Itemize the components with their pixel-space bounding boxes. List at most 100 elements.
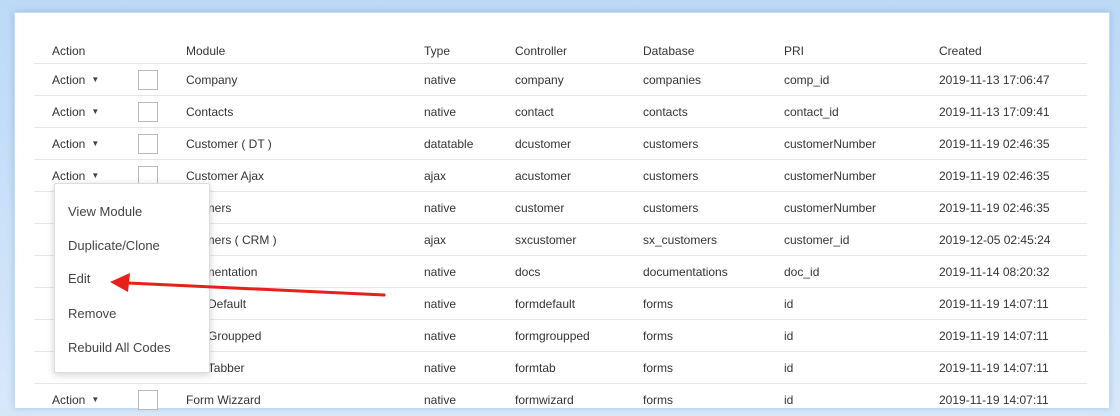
pri-cell: comp_id: [784, 63, 939, 96]
controller-cell: sxcustomer: [515, 223, 643, 256]
pri-cell: customerNumber: [784, 127, 939, 160]
module-cell: n Default: [186, 287, 424, 320]
action-dropdown-button[interactable]: Action ▼: [52, 393, 99, 407]
menu-item-rebuild-all-codes[interactable]: Rebuild All Codes: [68, 340, 171, 355]
database-cell: contacts: [643, 95, 784, 128]
type-cell: native: [424, 319, 515, 352]
module-cell: n Tabber: [186, 351, 424, 384]
header-select: [138, 39, 186, 64]
action-dropdown-button[interactable]: Action ▼: [52, 105, 99, 119]
pri-cell: customer_id: [784, 223, 939, 256]
pri-cell: id: [784, 383, 939, 416]
action-label: Action: [52, 72, 86, 87]
module-cell: Company: [186, 63, 424, 96]
header-pri[interactable]: PRI: [784, 39, 939, 64]
row-checkbox[interactable]: [138, 69, 158, 90]
database-cell: companies: [643, 63, 784, 96]
module-cell: omers: [186, 191, 424, 224]
menu-item-remove[interactable]: Remove: [68, 306, 116, 321]
table-row: Action ▼ Contacts native contact contact…: [34, 95, 1087, 128]
header-created[interactable]: Created: [939, 39, 1087, 64]
select-cell: [138, 63, 186, 96]
type-cell: native: [424, 63, 515, 96]
menu-item-duplicate-clone[interactable]: Duplicate/Clone: [68, 238, 160, 253]
created-cell: 2019-11-19 14:07:11: [939, 287, 1087, 320]
created-cell: 2019-11-19 14:07:11: [939, 319, 1087, 352]
select-cell: [138, 383, 186, 416]
database-cell: documentations: [643, 255, 784, 288]
pri-cell: id: [784, 351, 939, 384]
header-action: Action: [34, 39, 138, 64]
menu-item-view-module[interactable]: View Module: [68, 204, 142, 219]
type-cell: native: [424, 95, 515, 128]
header-type[interactable]: Type: [424, 39, 515, 64]
pri-cell: doc_id: [784, 255, 939, 288]
database-cell: customers: [643, 159, 784, 192]
created-cell: 2019-11-19 14:07:11: [939, 383, 1087, 416]
created-cell: 2019-11-19 02:46:35: [939, 159, 1087, 192]
type-cell: native: [424, 287, 515, 320]
database-cell: forms: [643, 351, 784, 384]
action-cell: Action ▼: [34, 383, 138, 416]
module-cell: n Groupped: [186, 319, 424, 352]
type-cell: ajax: [424, 159, 515, 192]
type-cell: native: [424, 383, 515, 416]
action-dropdown-button[interactable]: Action ▼: [52, 73, 99, 87]
pri-cell: customerNumber: [784, 159, 939, 192]
module-cell: umentation: [186, 255, 424, 288]
caret-down-icon: ▼: [91, 139, 100, 148]
action-dropdown-menu: View Module Duplicate/Clone Edit Remove …: [54, 183, 210, 373]
pri-cell: id: [784, 287, 939, 320]
controller-cell: dcustomer: [515, 127, 643, 160]
window-frame: Action Module Type Controller Database P…: [0, 0, 1120, 416]
database-cell: forms: [643, 319, 784, 352]
table-row: Action ▼ Form Wizzard native formwizard …: [34, 383, 1087, 416]
table-header-row: Action Module Type Controller Database P…: [34, 39, 1087, 64]
pri-cell: id: [784, 319, 939, 352]
type-cell: native: [424, 191, 515, 224]
table-row: Action ▼ Company native company companie…: [34, 63, 1087, 96]
type-cell: native: [424, 351, 515, 384]
action-label: Action: [52, 168, 86, 183]
controller-cell: contact: [515, 95, 643, 128]
database-cell: customers: [643, 191, 784, 224]
action-label: Action: [52, 392, 86, 407]
type-cell: ajax: [424, 223, 515, 256]
created-cell: 2019-11-14 08:20:32: [939, 255, 1087, 288]
module-cell: Customer Ajax: [186, 159, 424, 192]
module-cell: Form Wizzard: [186, 383, 424, 416]
created-cell: 2019-11-19 02:46:35: [939, 127, 1087, 160]
module-cell: Customer ( DT ): [186, 127, 424, 160]
module-cell: Contacts: [186, 95, 424, 128]
header-controller[interactable]: Controller: [515, 39, 643, 64]
action-dropdown-button[interactable]: Action ▼: [52, 169, 99, 183]
controller-cell: formtab: [515, 351, 643, 384]
created-cell: 2019-11-13 17:09:41: [939, 95, 1087, 128]
action-dropdown-button[interactable]: Action ▼: [52, 137, 99, 151]
caret-down-icon: ▼: [91, 171, 100, 180]
controller-cell: formdefault: [515, 287, 643, 320]
caret-down-icon: ▼: [91, 107, 100, 116]
database-cell: forms: [643, 287, 784, 320]
row-checkbox[interactable]: [138, 133, 158, 154]
header-database[interactable]: Database: [643, 39, 784, 64]
created-cell: 2019-11-19 14:07:11: [939, 351, 1087, 384]
header-module[interactable]: Module: [186, 39, 424, 64]
caret-down-icon: ▼: [91, 75, 100, 84]
row-checkbox[interactable]: [138, 101, 158, 122]
action-cell: Action ▼: [34, 95, 138, 128]
select-cell: [138, 95, 186, 128]
type-cell: datatable: [424, 127, 515, 160]
controller-cell: formwizard: [515, 383, 643, 416]
controller-cell: docs: [515, 255, 643, 288]
caret-down-icon: ▼: [91, 395, 100, 404]
action-label: Action: [52, 104, 86, 119]
controller-cell: acustomer: [515, 159, 643, 192]
controller-cell: formgroupped: [515, 319, 643, 352]
module-cell: omers ( CRM ): [186, 223, 424, 256]
database-cell: sx_customers: [643, 223, 784, 256]
database-cell: customers: [643, 127, 784, 160]
menu-item-edit[interactable]: Edit: [68, 271, 90, 286]
created-cell: 2019-11-19 02:46:35: [939, 191, 1087, 224]
pri-cell: customerNumber: [784, 191, 939, 224]
